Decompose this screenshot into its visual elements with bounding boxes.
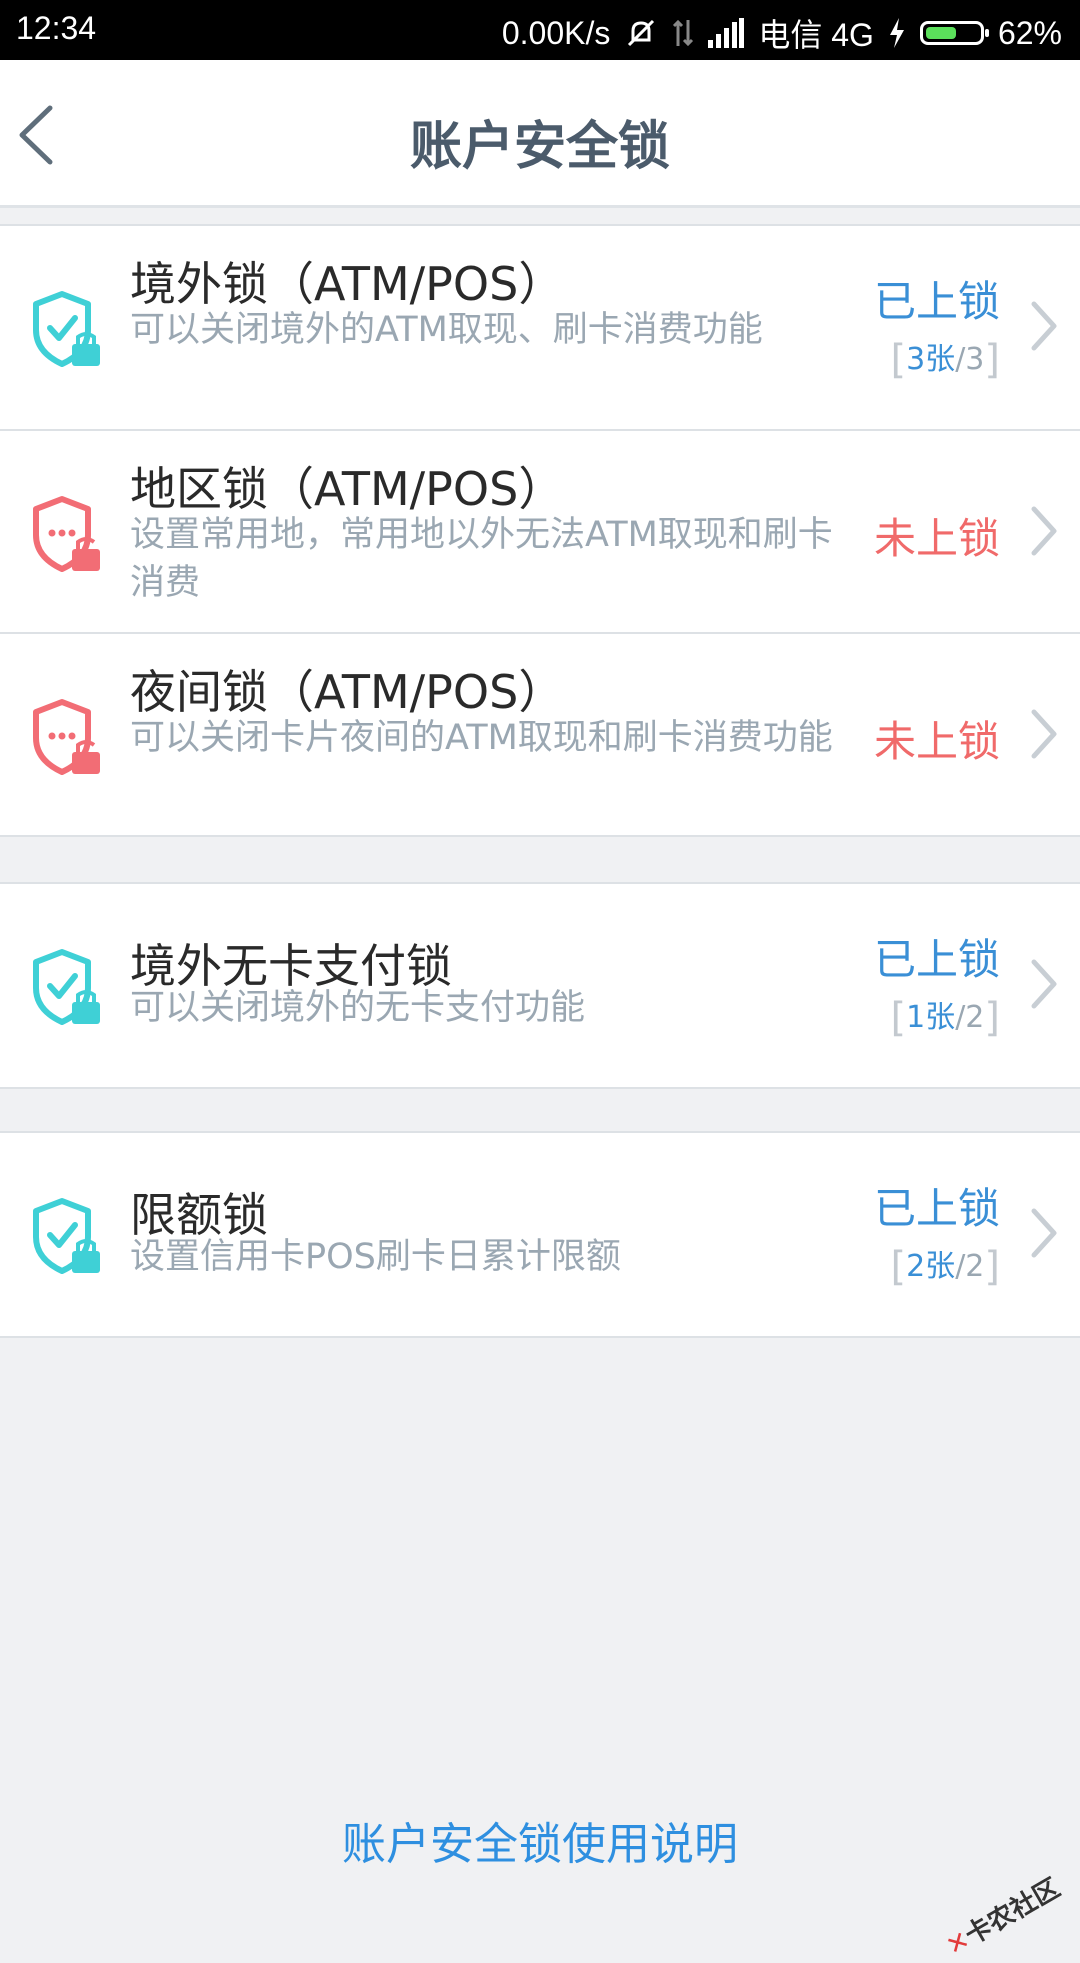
lock-status: 未上锁 xyxy=(873,514,1000,563)
battery-percent: 62% xyxy=(997,14,1062,51)
lock-count: [3张/3] xyxy=(890,337,1000,383)
lock-group-card: 境外锁（ATM/POS） 可以关闭境外的ATM取现、刷卡消费功能 已上锁 [3张… xyxy=(0,224,1080,837)
lock-status: 已上锁 xyxy=(873,277,1000,326)
chevron-right-icon xyxy=(1031,959,1057,1009)
lock-status: 未上锁 xyxy=(873,717,1000,766)
lock-name: 地区锁（ATM/POS） xyxy=(130,462,565,516)
battery-icon xyxy=(919,21,989,45)
status-time: 12:34 xyxy=(16,10,97,46)
shield-locked-icon xyxy=(33,291,100,367)
signal-icon xyxy=(708,18,745,48)
carrier-label: 电信 4G xyxy=(758,17,874,53)
network-speed: 0.00K/s xyxy=(501,14,611,51)
lock-item-overseas[interactable]: 境外锁（ATM/POS） 可以关闭境外的ATM取现、刷卡消费功能 已上锁 [3张… xyxy=(0,226,1080,429)
lock-group-card: 境外无卡支付锁 可以关闭境外的无卡支付功能 已上锁 [1张/2] xyxy=(0,882,1080,1089)
lock-name: 境外锁（ATM/POS） xyxy=(130,257,565,311)
data-arrows-icon xyxy=(673,19,694,47)
lock-status: 已上锁 xyxy=(873,935,1000,984)
lock-desc: 可以关闭卡片夜间的ATM取现和刷卡消费功能 xyxy=(130,718,833,758)
lock-item-region[interactable]: 地区锁（ATM/POS） 设置常用地，常用地以外无法ATM取现和刷卡消费 未上锁 xyxy=(0,429,1080,632)
lock-desc: 设置常用地，常用地以外无法ATM取现和刷卡消费 xyxy=(130,515,833,603)
shield-locked-icon xyxy=(33,1198,100,1274)
charging-icon xyxy=(889,18,904,48)
nav-bar: 账户安全锁 xyxy=(0,60,1080,208)
shield-unlocked-icon xyxy=(33,496,100,572)
watermark-logo: ✕卡农社区 xyxy=(941,1873,1066,1963)
lock-name: 夜间锁（ATM/POS） xyxy=(130,665,565,719)
chevron-right-icon xyxy=(1031,709,1057,759)
chevron-right-icon xyxy=(1031,506,1057,556)
lock-status: 已上锁 xyxy=(873,1184,1000,1233)
chevron-right-icon xyxy=(1031,1208,1057,1258)
lock-desc: 可以关闭境外的ATM取现、刷卡消费功能 xyxy=(130,310,763,350)
shield-unlocked-icon xyxy=(33,699,100,775)
page-title: 账户安全锁 xyxy=(409,117,670,177)
lock-group-card: 限额锁 设置信用卡POS刷卡日累计限额 已上锁 [2张/2] xyxy=(0,1131,1080,1338)
lock-count: [2张/2] xyxy=(890,1244,1000,1290)
help-link[interactable]: 账户安全锁使用说明 xyxy=(0,1808,1080,1872)
lock-count: [1张/2] xyxy=(890,995,1000,1041)
lock-item-overseas-cardless[interactable]: 境外无卡支付锁 可以关闭境外的无卡支付功能 已上锁 [1张/2] xyxy=(0,884,1080,1087)
status-bar: 12:34 0.00K/s 电信 4G 62% xyxy=(0,0,1080,60)
lock-desc: 可以关闭境外的无卡支付功能 xyxy=(130,988,586,1028)
status-right-group: 0.00K/s 电信 4G 62% xyxy=(502,10,1062,56)
lock-item-limit[interactable]: 限额锁 设置信用卡POS刷卡日累计限额 已上锁 [2张/2] xyxy=(0,1133,1080,1336)
shield-locked-icon xyxy=(33,949,100,1025)
silent-icon xyxy=(628,19,655,47)
chevron-right-icon xyxy=(1031,301,1057,351)
lock-desc: 设置信用卡POS刷卡日累计限额 xyxy=(130,1237,621,1277)
lock-item-night[interactable]: 夜间锁（ATM/POS） 可以关闭卡片夜间的ATM取现和刷卡消费功能 未上锁 xyxy=(0,632,1080,835)
